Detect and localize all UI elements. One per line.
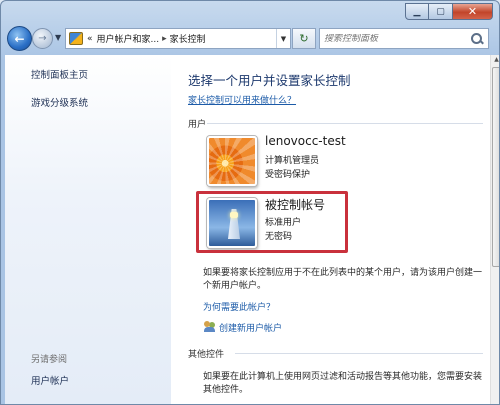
vertical-scrollbar[interactable]: ▲ xyxy=(490,55,499,404)
user-name: lenovocc-test xyxy=(265,134,346,148)
arrow-right-icon: → xyxy=(38,33,47,44)
users-group-label: 用户 xyxy=(188,120,207,130)
maximize-button[interactable]: ▢ xyxy=(429,3,453,20)
control-panel-icon xyxy=(69,32,83,45)
refresh-button[interactable]: ↻ xyxy=(292,28,316,49)
sidebar-item-user-accounts[interactable]: 用户帐户 xyxy=(31,373,69,387)
address-bar[interactable]: « 用户帐户和家... ▸ 家长控制 ▼ xyxy=(65,28,291,49)
scroll-thumb[interactable] xyxy=(492,67,499,267)
navigation-bar: ← → ▼ « 用户帐户和家... ▸ 家长控制 ▼ ↻ xyxy=(1,23,499,53)
users-icon xyxy=(204,321,216,332)
sidebar-item-control-panel-home[interactable]: 控制面板主页 xyxy=(31,67,88,81)
close-icon: ✕ xyxy=(467,5,478,18)
chevron-down-icon: ▼ xyxy=(55,33,62,42)
user-role: 计算机管理员 xyxy=(265,156,320,166)
page-title: 选择一个用户并设置家长控制 xyxy=(188,73,351,88)
control-panel-window: ▁ ▢ ✕ ← → ▼ « 用户帐户和家... ▸ 家长控制 ▼ ↻ 控制面板主… xyxy=(0,0,500,405)
chevron-down-icon: ▼ xyxy=(280,34,287,43)
close-button[interactable]: ✕ xyxy=(453,3,493,20)
address-root[interactable]: « xyxy=(87,34,93,44)
minimize-button[interactable]: ▁ xyxy=(405,3,429,20)
recent-pages-button[interactable]: ▼ xyxy=(55,33,61,42)
maximize-icon: ▢ xyxy=(436,6,445,17)
sidebar-item-game-ratings[interactable]: 游戏分级系统 xyxy=(31,95,88,109)
minimize-icon: ▁ xyxy=(413,6,421,17)
address-dropdown-button[interactable]: ▼ xyxy=(276,29,290,48)
user-status: 受密码保护 xyxy=(265,170,311,180)
main-content: 选择一个用户并设置家长控制 家长控制可以用来做什么？ 用户 lenovocc-t… xyxy=(171,55,490,404)
arrow-left-icon: ← xyxy=(14,31,25,46)
sidebar: 控制面板主页 游戏分级系统 另请参阅 用户帐户 xyxy=(5,55,171,404)
breadcrumb-arrow-icon[interactable]: ▸ xyxy=(162,34,167,44)
new-user-description: 如果要将家长控制应用于不在此列表中的某个用户，请为该用户创建一个新用户帐户。 xyxy=(203,268,483,291)
search-icon[interactable] xyxy=(470,32,484,46)
see-also-label: 另请参阅 xyxy=(31,355,68,365)
forward-button[interactable]: → xyxy=(32,28,53,49)
user-card-admin[interactable]: lenovocc-test 计算机管理员 受密码保护 xyxy=(203,133,351,189)
divider xyxy=(235,353,483,354)
scroll-up-icon[interactable]: ▲ xyxy=(492,56,499,66)
address-current[interactable]: 家长控制 xyxy=(170,32,206,45)
search-input[interactable] xyxy=(320,33,468,44)
back-button[interactable]: ← xyxy=(7,26,32,51)
selection-highlight xyxy=(196,191,348,253)
user-avatar-flower-icon xyxy=(207,136,257,186)
create-user-link[interactable]: 创建新用户帐户 xyxy=(219,321,282,334)
address-parent[interactable]: 用户帐户和家... xyxy=(97,32,160,45)
other-controls-label: 其他控件 xyxy=(188,350,225,360)
refresh-icon: ↻ xyxy=(299,32,309,45)
why-account-link[interactable]: 为何需要此帐户？ xyxy=(203,300,275,313)
other-controls-description: 如果要在此计算机上使用网页过滤和活动报告等其他功能，您需要安装其他控件。 xyxy=(203,372,483,395)
search-box[interactable] xyxy=(319,28,489,49)
help-link[interactable]: 家长控制可以用来做什么？ xyxy=(188,93,296,106)
caption-buttons: ▁ ▢ ✕ xyxy=(405,3,493,20)
divider xyxy=(207,123,483,124)
